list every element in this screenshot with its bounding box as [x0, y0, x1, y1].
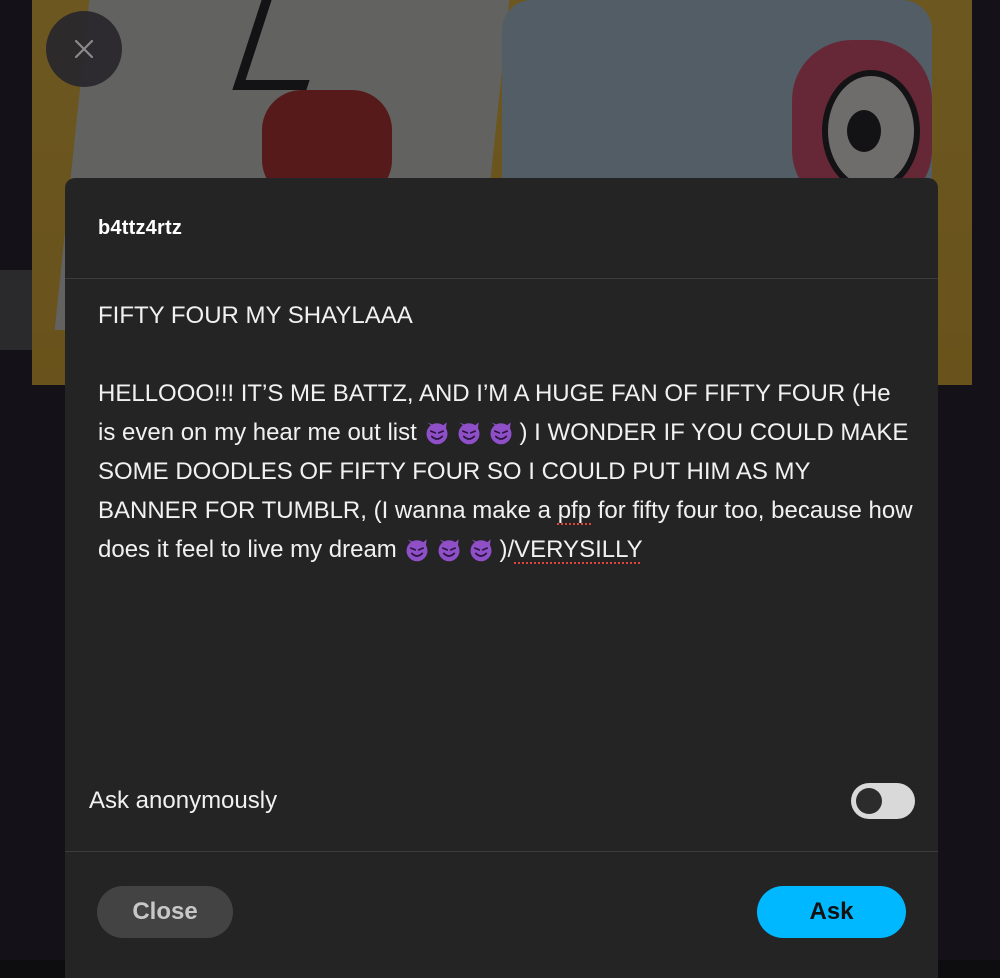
recipient-username: b4ttz4rtz [98, 216, 183, 239]
ask-button[interactable]: Ask [757, 886, 906, 938]
ask-anonymously-row: Ask anonymously [89, 778, 915, 824]
smiling-imp-emoji-icon [458, 422, 480, 445]
footer-divider [65, 851, 938, 852]
smiling-imp-emoji-icon [438, 539, 460, 562]
toggle-knob [856, 788, 882, 814]
smiling-imp-emoji-icon [426, 422, 448, 445]
question-text: )/ [499, 536, 515, 563]
misspelled-word: VERYSILLY [514, 536, 643, 563]
ask-anonymously-toggle[interactable] [851, 783, 915, 819]
smiling-imp-emoji-icon [470, 539, 492, 562]
ask-dialog: b4ttz4rtz FIFTY FOUR MY SHAYLAAA HELLOOO… [65, 178, 938, 978]
dismiss-button[interactable] [46, 11, 122, 87]
smiling-imp-emoji-icon [490, 422, 512, 445]
question-subject: FIFTY FOUR MY SHAYLAAA [98, 302, 413, 329]
misspelled-word: pfp [557, 497, 592, 524]
background-edge [0, 270, 32, 350]
question-textarea[interactable]: FIFTY FOUR MY SHAYLAAA HELLOOO!!! IT’S M… [98, 296, 913, 569]
smiling-imp-emoji-icon [406, 539, 428, 562]
dialog-header: b4ttz4rtz [65, 178, 938, 279]
ask-anonymously-label: Ask anonymously [89, 787, 278, 814]
close-icon [74, 39, 94, 59]
close-button[interactable]: Close [97, 886, 233, 938]
